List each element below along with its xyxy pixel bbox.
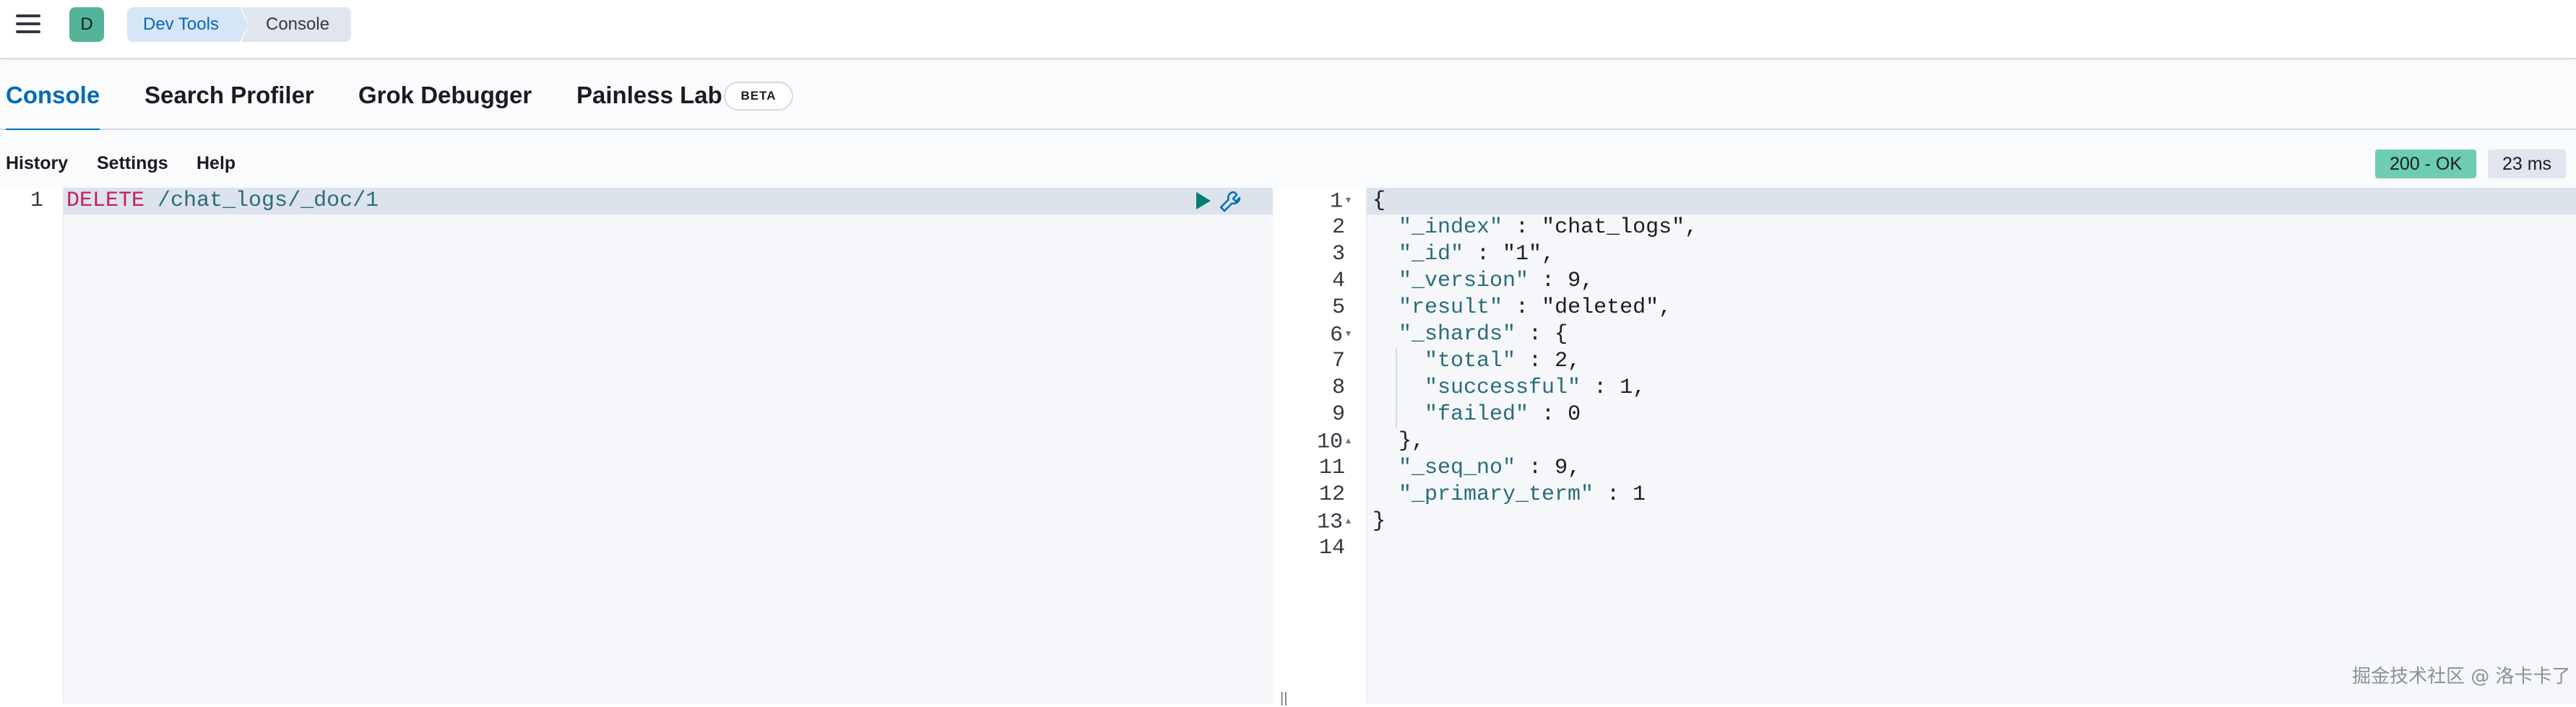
help-link[interactable]: Help (196, 153, 235, 174)
active-line-highlight (1295, 188, 2576, 214)
settings-link[interactable]: Settings (97, 153, 168, 174)
watermark: 掘金技术社区 @ 洛卡卡了 (2352, 666, 2571, 688)
response-line: "total" : 2, (1425, 349, 1581, 373)
response-line-number: 10 ▴ (1316, 430, 1351, 455)
breadcrumb-dev-tools[interactable]: Dev Tools (127, 7, 248, 42)
status-badge: 200 - OK (2375, 149, 2476, 178)
menu-icon[interactable] (16, 14, 42, 36)
response-line-number: 8 (1331, 376, 1345, 400)
response-line-number: 2 (1331, 215, 1345, 240)
fold-close-icon[interactable]: ▴ (1346, 435, 1351, 447)
response-line: "successful" : 1, (1425, 376, 1646, 400)
wrench-icon[interactable] (1218, 189, 1242, 214)
response-line: "_seq_no" : 9, (1399, 456, 1581, 480)
beta-badge: BETA (724, 82, 793, 110)
response-line-number: 11 (1318, 456, 1345, 480)
response-viewer[interactable]: 1 ▾ 2 3 4 5 6 ▾ 7 8 9 10 ▴ 11 12 13 ▴ 14 { "… (1295, 188, 2576, 703)
response-line: "_shards" : { (1399, 322, 1568, 347)
response-line-number: 4 (1331, 269, 1345, 293)
response-line: }, (1373, 429, 1425, 454)
response-line-number: 1 ▾ (1329, 189, 1351, 214)
duration-badge: 23 ms (2488, 149, 2566, 178)
request-line-number: 1 (30, 188, 43, 213)
fold-close-icon[interactable]: ▴ (1346, 516, 1351, 527)
response-line-number: 9 (1331, 402, 1345, 427)
fold-open-icon[interactable]: ▾ (1346, 195, 1351, 207)
history-link[interactable]: History (6, 153, 68, 174)
response-line-number: 3 (1331, 242, 1345, 266)
request-line[interactable]: DELETE /chat_logs/_doc/1 (66, 188, 379, 214)
top-header: D Dev Tools Console (0, 0, 2576, 59)
response-line: } (1373, 509, 1386, 534)
response-line-number: 12 (1318, 482, 1345, 507)
response-line-number: 7 (1331, 349, 1345, 373)
response-line-number: 6 ▾ (1329, 323, 1351, 348)
tab-console[interactable]: Console (6, 61, 100, 131)
tab-search-profiler[interactable]: Search Profiler (144, 61, 314, 130)
avatar[interactable]: D (69, 7, 104, 42)
response-line-number: 5 (1331, 295, 1345, 320)
request-path: /chat_logs/_doc/1 (144, 188, 379, 213)
breadcrumb-console: Console (241, 7, 351, 42)
response-line: "result" : "deleted", (1399, 295, 1672, 320)
response-line-number: 14 (1318, 536, 1345, 560)
response-line: { (1373, 188, 1386, 213)
response-line-number: 13 ▴ (1316, 510, 1351, 535)
response-line: "_version" : 9, (1399, 269, 1594, 293)
response-line: "_index" : "chat_logs", (1399, 215, 1698, 240)
response-line: "failed" : 0 (1425, 402, 1581, 427)
tab-grok-debugger[interactable]: Grok Debugger (358, 61, 532, 130)
tab-painless-lab[interactable]: Painless Lab (576, 61, 722, 130)
request-method: DELETE (66, 188, 145, 213)
play-icon[interactable] (1193, 189, 1214, 212)
response-line: "_id" : "1", (1399, 242, 1555, 266)
pane-divider[interactable] (1273, 188, 1295, 703)
request-gutter (0, 188, 64, 703)
response-line: "_primary_term" : 1 (1399, 482, 1646, 507)
request-editor[interactable]: 1 DELETE /chat_logs/_doc/1 (0, 188, 1273, 703)
tab-bar: Console Search Profiler Grok Debugger Pa… (0, 61, 2576, 131)
resize-handle-icon[interactable]: || (1280, 690, 1287, 707)
console-toolbar (0, 130, 2576, 188)
fold-open-icon[interactable]: ▾ (1346, 329, 1351, 340)
